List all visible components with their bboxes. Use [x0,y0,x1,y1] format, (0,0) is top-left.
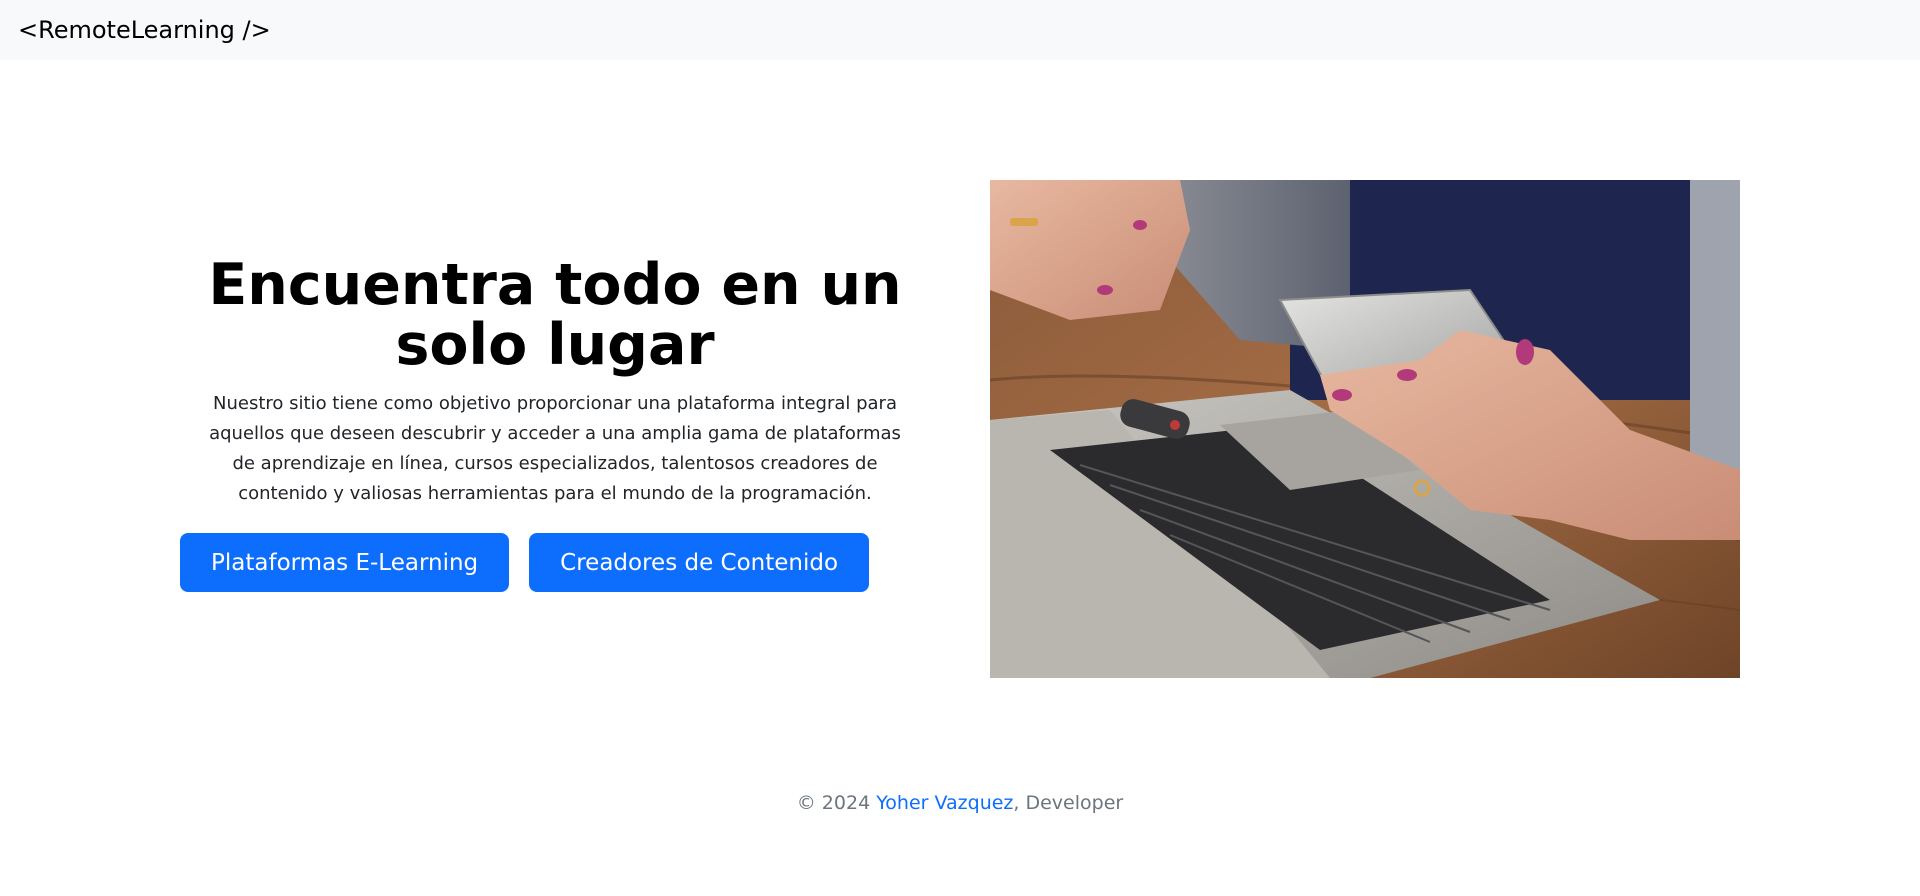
hero-section: Encuentra todo en un solo lugar Nuestro … [0,60,1920,720]
footer-copyright: © 2024 [796,792,877,814]
hero-image [990,180,1740,678]
footer-author-link[interactable]: Yoher Vazquez [876,792,1013,814]
hero-text-column: Encuentra todo en un solo lugar Nuestro … [175,255,935,592]
hero-photo-illustration [990,180,1740,678]
brand-logo-link[interactable]: <RemoteLearning /> [18,16,271,44]
hero-description: Nuestro sitio tiene como objetivo propor… [209,393,901,504]
footer-role: , Developer [1013,792,1124,814]
footer: © 2024 Yoher Vazquez, Developer [0,792,1920,814]
content-creators-button[interactable]: Creadores de Contenido [529,533,870,592]
hero-button-group: Plataformas E-Learning Creadores de Cont… [175,533,935,592]
hero-title: Encuentra todo en un solo lugar [208,252,902,378]
navbar: <RemoteLearning /> [0,0,1920,60]
elearning-platforms-button[interactable]: Plataformas E-Learning [180,533,510,592]
